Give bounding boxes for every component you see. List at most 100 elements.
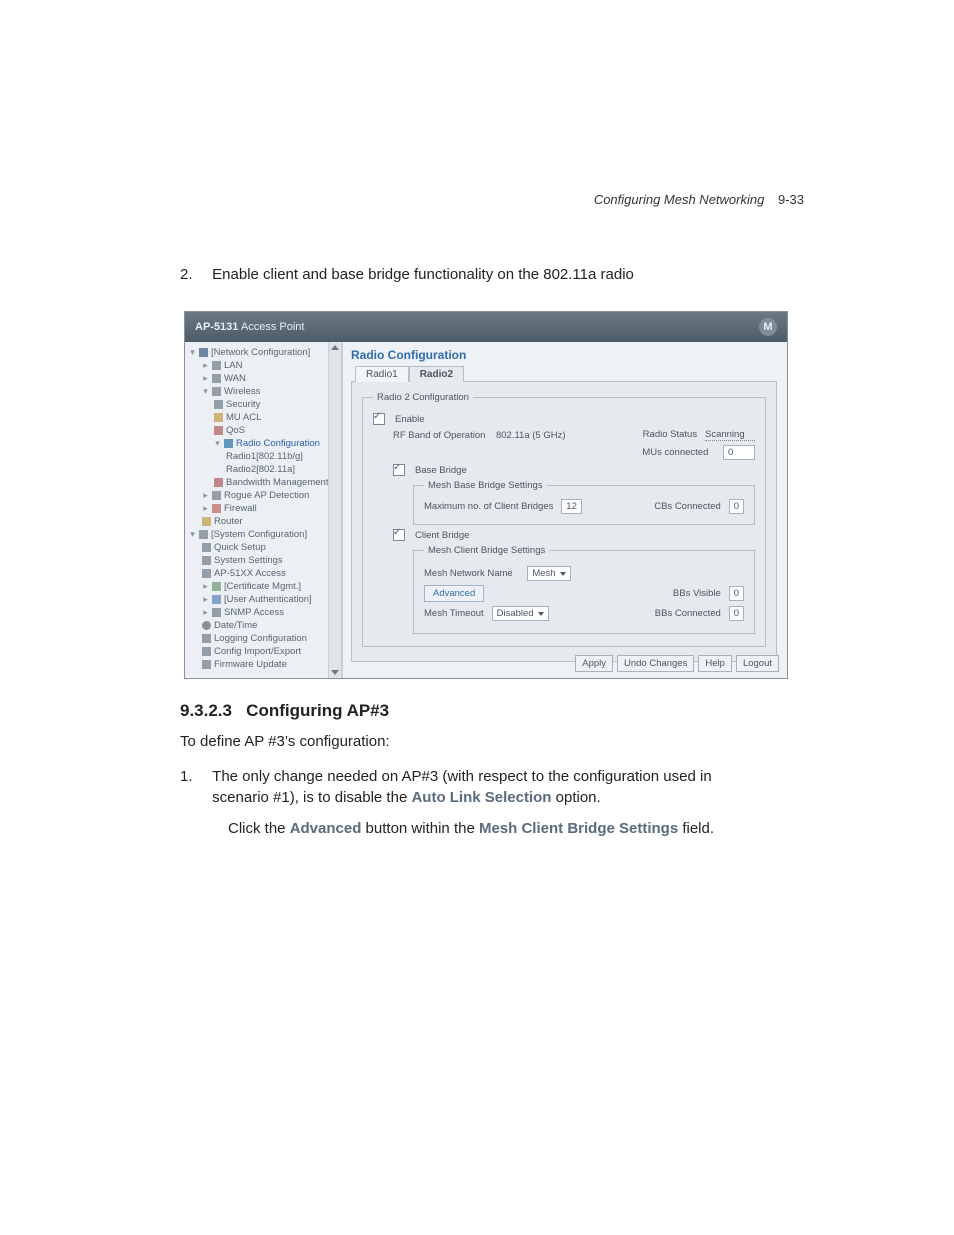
ap-product-suffix: Access Point xyxy=(241,321,305,333)
qos-icon xyxy=(214,426,223,435)
tree-datetime[interactable]: Date/Time xyxy=(189,619,341,632)
undo-changes-button[interactable]: Undo Changes xyxy=(617,655,694,672)
step-2-number: 2. xyxy=(180,264,208,285)
section-heading: 9.3.2.3 Configuring AP#3 xyxy=(180,701,804,721)
footer-buttons: Apply Undo Changes Help Logout xyxy=(575,655,779,672)
tree-qos[interactable]: QoS xyxy=(189,424,341,437)
enable-checkbox[interactable] xyxy=(373,413,385,425)
nav-tree: ▾[Network Configuration] ▸LAN ▸WAN ▾Wire… xyxy=(185,342,343,678)
snmp-icon xyxy=(212,608,221,617)
tree-network-configuration[interactable]: ▾[Network Configuration] xyxy=(189,346,341,359)
tree-ap51xx-access[interactable]: AP-51XX Access xyxy=(189,567,341,580)
cbs-connected-label: CBs Connected xyxy=(654,501,721,512)
router-icon xyxy=(202,517,211,526)
tree-system-configuration[interactable]: ▾[System Configuration] xyxy=(189,528,341,541)
tree-wireless[interactable]: ▾Wireless xyxy=(189,385,341,398)
bbs-visible-label: BBs Visible xyxy=(673,588,721,599)
section-step-1-para2: Click the Advanced button within the Mes… xyxy=(228,818,804,839)
muacl-icon xyxy=(214,413,223,422)
section-step-1-number: 1. xyxy=(180,766,208,787)
fwup-icon xyxy=(202,660,211,669)
tree-radio1[interactable]: Radio1[802.11b/g] xyxy=(189,450,341,463)
sysset-icon xyxy=(202,556,211,565)
tab-radio2[interactable]: Radio2 xyxy=(409,366,464,382)
mesh-timeout-dropdown[interactable]: Disabled xyxy=(492,606,549,621)
advanced-button[interactable]: Advanced xyxy=(424,585,484,602)
max-client-bridges-input[interactable]: 12 xyxy=(561,499,582,514)
syscfg-icon xyxy=(199,530,208,539)
section-step-1-text: The only change needed on AP#3 (with res… xyxy=(212,766,772,808)
ap-titlebar: AP-5131 Access Point M xyxy=(185,312,787,342)
mesh-timeout-label: Mesh Timeout xyxy=(424,608,484,619)
tree-firewall[interactable]: ▸Firewall xyxy=(189,502,341,515)
firewall-icon xyxy=(212,504,221,513)
step-2-text: Enable client and base bridge functional… xyxy=(212,264,772,285)
enable-label: Enable xyxy=(395,414,425,425)
tree-radio2[interactable]: Radio2[802.11a] xyxy=(189,463,341,476)
tree-firmware-update[interactable]: Firmware Update xyxy=(189,658,341,671)
mus-connected-value: 0 xyxy=(723,445,755,460)
tree-bandwidth-management[interactable]: Bandwidth Management xyxy=(189,476,341,489)
main-panel: Radio Configuration Radio1 Radio2 Radio … xyxy=(343,342,787,678)
base-bridge-checkbox[interactable] xyxy=(393,464,405,476)
page-header: Configuring Mesh Networking 9-33 xyxy=(594,192,804,207)
mcbs-legend: Mesh Client Bridge Settings xyxy=(424,545,549,556)
mesh-base-bridge-fieldset: Mesh Base Bridge Settings Maximum no. of… xyxy=(413,480,755,525)
base-bridge-label: Base Bridge xyxy=(415,465,467,476)
lan-icon xyxy=(212,361,221,370)
section-intro: To define AP #3’s configuration: xyxy=(180,731,804,752)
mbbs-legend: Mesh Base Bridge Settings xyxy=(424,480,547,491)
header-page-number: 9-33 xyxy=(778,192,804,207)
network-icon xyxy=(199,348,208,357)
mus-connected-label: MUs connected xyxy=(642,447,708,458)
logout-button[interactable]: Logout xyxy=(736,655,779,672)
radio-status-label: Radio Status xyxy=(643,429,697,440)
section-title: Configuring AP#3 xyxy=(246,701,389,720)
cfgie-icon xyxy=(202,647,211,656)
tree-rogue-ap[interactable]: ▸Rogue AP Detection xyxy=(189,489,341,502)
clock-icon xyxy=(202,621,211,630)
tree-scrollbar[interactable] xyxy=(328,342,341,678)
max-client-bridges-label: Maximum no. of Client Bridges xyxy=(424,501,553,512)
tree-radio-configuration[interactable]: ▾Radio Configuration xyxy=(189,437,341,450)
tree-system-settings[interactable]: System Settings xyxy=(189,554,341,567)
radio2-config-fieldset: Radio 2 Configuration Enable RF Band of … xyxy=(362,392,766,647)
cbs-connected-value: 0 xyxy=(729,499,744,514)
tab-radio1[interactable]: Radio1 xyxy=(355,366,409,382)
rf-band-label: RF Band of Operation xyxy=(393,430,485,441)
tree-snmp-access[interactable]: ▸SNMP Access xyxy=(189,606,341,619)
ap-product-name: AP-5131 Access Point xyxy=(195,321,304,333)
bbs-visible-value: 0 xyxy=(729,586,744,601)
quick-icon xyxy=(202,543,211,552)
ap-product-model: AP-5131 xyxy=(195,321,238,333)
header-title: Configuring Mesh Networking xyxy=(594,192,765,207)
apply-button[interactable]: Apply xyxy=(575,655,613,672)
client-bridge-checkbox[interactable] xyxy=(393,529,405,541)
tree-config-import-export[interactable]: Config Import/Export xyxy=(189,645,341,658)
bwm-icon xyxy=(214,478,223,487)
tree-router[interactable]: Router xyxy=(189,515,341,528)
ap51xx-icon xyxy=(202,569,211,578)
mesh-client-bridge-settings-term: Mesh Client Bridge Settings xyxy=(479,820,678,837)
bbs-connected-value: 0 xyxy=(729,606,744,621)
tree-wan[interactable]: ▸WAN xyxy=(189,372,341,385)
auto-link-selection-term: Auto Link Selection xyxy=(411,789,551,806)
rogue-icon xyxy=(212,491,221,500)
help-button[interactable]: Help xyxy=(698,655,732,672)
tree-certificate-mgmt[interactable]: ▸[Certificate Mgmt.] xyxy=(189,580,341,593)
section-number: 9.3.2.3 xyxy=(180,701,232,720)
ap-ui-screenshot: AP-5131 Access Point M ▾[Network Configu… xyxy=(184,311,788,679)
step-2: 2. Enable client and base bridge functio… xyxy=(180,264,804,285)
wan-icon xyxy=(212,374,221,383)
tree-quick-setup[interactable]: Quick Setup xyxy=(189,541,341,554)
tree-user-authentication[interactable]: ▸[User Authentication] xyxy=(189,593,341,606)
mesh-client-bridge-fieldset: Mesh Client Bridge Settings Mesh Network… xyxy=(413,545,755,634)
mesh-network-name-dropdown[interactable]: Mesh xyxy=(527,566,570,581)
radio-icon xyxy=(224,439,233,448)
radio2-config-legend: Radio 2 Configuration xyxy=(373,392,473,403)
tree-logging-configuration[interactable]: Logging Configuration xyxy=(189,632,341,645)
tree-lan[interactable]: ▸LAN xyxy=(189,359,341,372)
advanced-term: Advanced xyxy=(290,820,362,837)
tree-mu-acl[interactable]: MU ACL xyxy=(189,411,341,424)
tree-security[interactable]: Security xyxy=(189,398,341,411)
